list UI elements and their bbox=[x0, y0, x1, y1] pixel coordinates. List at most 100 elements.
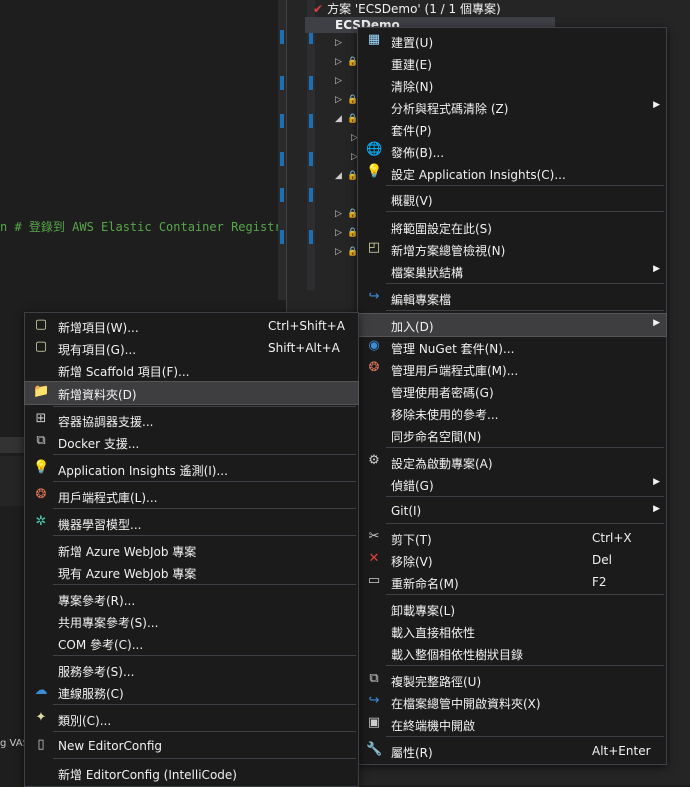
editor-scrollbar[interactable] bbox=[278, 0, 286, 300]
menu-item-sync-namespaces[interactable]: 同步命名空間(N) bbox=[358, 424, 666, 446]
menu-item-cut[interactable]: ✂ 剪下(T) Ctrl+X bbox=[358, 527, 666, 549]
solution-explorer-scrollbar[interactable] bbox=[307, 0, 315, 290]
open-folder-icon: ↪ bbox=[368, 693, 380, 708]
menu-item-add[interactable]: 加入(D) ▶ bbox=[357, 313, 667, 337]
submenu-item-new-item[interactable]: ▢ 新增項目(W)... Ctrl+Shift+A bbox=[25, 315, 358, 337]
submenu-item-new-editorconfig[interactable]: ▯ New EditorConfig bbox=[25, 735, 358, 757]
submenu-item-project-ref[interactable]: 專案參考(R)... bbox=[25, 588, 358, 610]
ml-model-icon: ✲ bbox=[35, 514, 47, 529]
menu-item-edit-project[interactable]: ↪ 編輯專案檔 bbox=[358, 287, 666, 309]
submenu-item-new-webjob[interactable]: 新增 Azure WebJob 專案 bbox=[25, 539, 358, 561]
collapse-icon[interactable]: ◢ bbox=[335, 171, 342, 181]
menu-separator bbox=[386, 447, 664, 448]
submenu-item-docker[interactable]: ⧉ Docker 支援... bbox=[25, 431, 358, 453]
submenu-item-new-folder[interactable]: 📁 新增資料夾(D) bbox=[24, 381, 359, 405]
submenu-item-shared-project-ref[interactable]: 共用專案參考(S)... bbox=[25, 610, 358, 632]
wrench-icon: 🔧 bbox=[366, 742, 383, 757]
menu-item-clean[interactable]: 清除(N) bbox=[358, 74, 666, 96]
new-folder-icon: 📁 bbox=[33, 384, 50, 399]
submenu-item-class[interactable]: ✦ 類別(C)... bbox=[25, 708, 358, 730]
menu-separator bbox=[386, 496, 664, 497]
submenu-item-container-orchestrator[interactable]: ⊞ 容器協調器支援... bbox=[25, 409, 358, 431]
gear-icon: ⚙ bbox=[368, 453, 380, 468]
class-icon: ✦ bbox=[35, 710, 47, 725]
menu-item-client-libs[interactable]: ❂ 管理用戶端程式庫(M)... bbox=[358, 358, 666, 380]
menu-separator bbox=[53, 758, 356, 759]
menu-item-app-insights[interactable]: 💡 設定 Application Insights(C)... bbox=[358, 162, 666, 184]
expand-icon[interactable]: ▷ bbox=[335, 247, 342, 257]
menu-separator bbox=[53, 454, 356, 455]
file-icon: ▯ bbox=[37, 737, 45, 752]
solution-label: 方案 'ECSDemo' (1 / 1 個專案) bbox=[327, 2, 501, 16]
menu-item-debug[interactable]: 偵錯(G) ▶ bbox=[358, 473, 666, 495]
menu-item-analyze[interactable]: 分析與程式碼清除 (Z) ▶ bbox=[358, 96, 666, 118]
submenu-item-client-lib[interactable]: ❂ 用戶端程式庫(L)... bbox=[25, 485, 358, 507]
menu-item-set-startup[interactable]: ⚙ 設定為啟動專案(A) bbox=[358, 451, 666, 473]
existing-item-icon: ▢ bbox=[34, 339, 48, 354]
menu-item-rename[interactable]: ▭ 重新命名(M) F2 bbox=[358, 571, 666, 593]
menu-item-publish[interactable]: 🌐 發佈(B)... bbox=[358, 140, 666, 162]
expand-icon[interactable]: ▷ bbox=[335, 76, 342, 86]
menu-item-open-in-explorer[interactable]: ↪ 在檔案總管中開啟資料夾(X) bbox=[358, 691, 666, 713]
submenu-item-scaffold[interactable]: 新增 Scaffold 項目(F)... bbox=[25, 359, 358, 381]
expand-icon[interactable]: ▷ bbox=[335, 95, 342, 105]
menu-item-load-direct-deps[interactable]: 載入直接相依性 bbox=[358, 620, 666, 642]
menu-item-load-dep-tree[interactable]: 載入整個相依性樹狀目錄 bbox=[358, 642, 666, 664]
menu-separator bbox=[53, 481, 356, 482]
menu-item-overview[interactable]: 概觀(V) bbox=[358, 188, 666, 210]
menu-item-rebuild[interactable]: 重建(E) bbox=[358, 52, 666, 74]
menu-item-new-view[interactable]: ◰ 新增方案總管檢視(N) bbox=[358, 238, 666, 260]
expand-icon[interactable]: ▷ bbox=[335, 38, 342, 48]
submenu-item-existing-webjob[interactable]: 現有 Azure WebJob 專案 bbox=[25, 561, 358, 583]
menu-item-pack[interactable]: 套件(P) bbox=[358, 118, 666, 140]
submenu-arrow-icon: ▶ bbox=[653, 100, 660, 110]
menu-item-open-terminal[interactable]: ▣ 在終端機中開啟 bbox=[358, 713, 666, 735]
add-submenu[interactable]: ▢ 新增項目(W)... Ctrl+Shift+A ▢ 現有項目(G)... Shift… bbox=[24, 312, 359, 787]
delete-icon: ✕ bbox=[368, 551, 380, 566]
submenu-item-new-editorconfig-intellicode[interactable]: 新增 EditorConfig (IntelliCode) bbox=[25, 762, 358, 784]
menu-separator bbox=[386, 283, 664, 284]
scissors-icon: ✂ bbox=[368, 529, 380, 544]
collapse-icon[interactable]: ◢ bbox=[335, 114, 342, 124]
submenu-arrow-icon: ▶ bbox=[653, 504, 660, 514]
menu-separator bbox=[53, 406, 356, 407]
expand-icon[interactable]: ▷ bbox=[335, 209, 342, 219]
submenu-item-com-ref[interactable]: COM 參考(C)... bbox=[25, 632, 358, 654]
menu-separator bbox=[386, 736, 664, 737]
project-context-menu[interactable]: ▦ 建置(U) 重建(E) 清除(N) 分析與程式碼清除 (Z) ▶ 套件(P) 🌐… bbox=[357, 27, 667, 765]
menu-separator bbox=[386, 665, 664, 666]
menu-item-properties[interactable]: 🔧 屬性(R) Alt+Enter bbox=[358, 740, 666, 762]
menu-separator bbox=[53, 704, 356, 705]
submenu-arrow-icon: ▶ bbox=[653, 264, 660, 274]
menu-item-copy-path[interactable]: ⧉ 複製完整路徑(U) bbox=[358, 669, 666, 691]
menu-item-nuget[interactable]: ◉ 管理 NuGet 套件(N)... bbox=[358, 336, 666, 358]
container-orchestrator-icon: ⊞ bbox=[35, 411, 47, 426]
connected-service-icon: ☁ bbox=[34, 683, 48, 698]
menu-separator bbox=[386, 594, 664, 595]
app-insights-icon: 💡 bbox=[33, 460, 50, 475]
check-icon: ✔ bbox=[313, 2, 324, 16]
app-insights-icon: 💡 bbox=[366, 164, 383, 179]
submenu-item-ml-model[interactable]: ✲ 機器學習模型... bbox=[25, 512, 358, 534]
expand-icon[interactable]: ▷ bbox=[335, 57, 342, 67]
menu-separator bbox=[53, 584, 356, 585]
expand-icon[interactable]: ▷ bbox=[335, 228, 342, 238]
menu-item-file-nesting[interactable]: 檔案巢狀結構 ▶ bbox=[358, 260, 666, 282]
submenu-item-connected-service[interactable]: ☁ 連線服務(C) bbox=[25, 681, 358, 703]
menu-separator bbox=[386, 211, 664, 212]
menu-item-build[interactable]: ▦ 建置(U) bbox=[358, 30, 666, 52]
submenu-item-app-insights[interactable]: 💡 Application Insights 遙測(I)... bbox=[25, 458, 358, 480]
menu-item-unload[interactable]: 卸載專案(L) bbox=[358, 598, 666, 620]
client-lib-icon: ❂ bbox=[35, 487, 47, 502]
solution-node[interactable]: ✔ 方案 'ECSDemo' (1 / 1 個專案) bbox=[313, 0, 501, 17]
menu-separator bbox=[53, 535, 356, 536]
terminal-icon: ▣ bbox=[367, 715, 381, 730]
submenu-item-existing-item[interactable]: ▢ 現有項目(G)... Shift+Alt+A bbox=[25, 337, 358, 359]
menu-item-scope[interactable]: 將範圍設定在此(S) bbox=[358, 216, 666, 238]
menu-item-git[interactable]: Git(I) ▶ bbox=[358, 500, 666, 522]
submenu-item-service-ref[interactable]: 服務參考(S)... bbox=[25, 659, 358, 681]
menu-item-user-secrets[interactable]: 管理使用者密碼(G) bbox=[358, 380, 666, 402]
docker-icon: ⧉ bbox=[36, 433, 46, 448]
menu-item-remove[interactable]: ✕ 移除(V) Del bbox=[358, 549, 666, 571]
menu-item-remove-refs[interactable]: 移除未使用的參考... bbox=[358, 402, 666, 424]
